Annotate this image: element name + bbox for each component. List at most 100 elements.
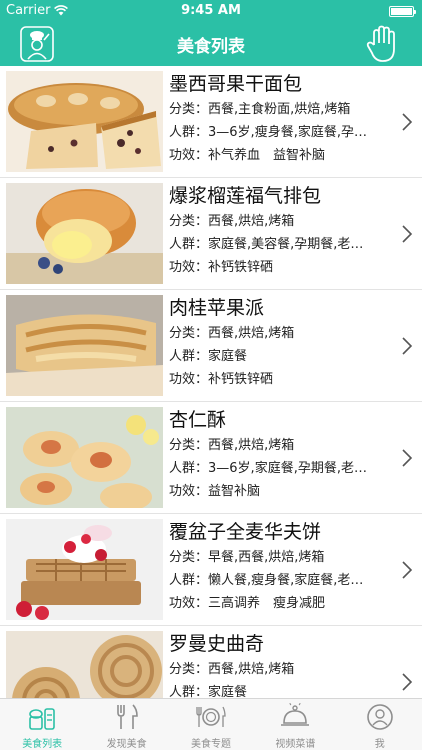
recipe-effect: 功效：三高调养 瘦身减肥 xyxy=(169,592,369,611)
category-value: 早餐,西餐,烘焙,烤箱 xyxy=(208,550,325,565)
recipe-list[interactable]: 墨西哥果干面包 分类：西餐,主食粉面,烘焙,烤箱 人群：3—6岁,瘦身餐,家庭餐… xyxy=(0,66,422,698)
recipe-people: 人群：家庭餐 xyxy=(169,681,369,698)
people-label: 人群： xyxy=(169,125,209,140)
category-label: 分类： xyxy=(169,550,209,565)
people-label: 人群： xyxy=(169,461,209,476)
plate-icon xyxy=(196,706,226,727)
people-value: 3—6岁,瘦身餐,家庭餐,孕期餐 xyxy=(208,125,369,140)
recipe-thumbnail xyxy=(6,71,163,172)
recipe-title: 墨西哥果干面包 xyxy=(169,73,303,95)
effect-value: 补钙铁锌硒 xyxy=(208,260,274,275)
nav-bar: 美食列表 xyxy=(0,22,422,66)
recipe-row[interactable]: 肉桂苹果派 分类：西餐,烘焙,烤箱 人群：家庭餐 功效：补钙铁锌硒 xyxy=(0,290,422,402)
recipe-people: 人群：懒人餐,瘦身餐,家庭餐,老人餐 xyxy=(169,569,369,588)
category-value: 西餐,烘焙,烤箱 xyxy=(208,662,295,677)
category-label: 分类： xyxy=(169,662,209,677)
recipe-title: 覆盆子全麦华夫饼 xyxy=(169,521,322,543)
chevron-right-icon xyxy=(402,561,413,579)
cloche-icon xyxy=(281,703,310,726)
tab-label: 发现美食 xyxy=(106,739,147,750)
tab-label: 我 xyxy=(374,739,385,750)
chevron-right-icon xyxy=(402,113,413,131)
category-value: 西餐,烘焙,烤箱 xyxy=(208,438,295,453)
people-value: 家庭餐,美容餐,孕期餐,老人餐 xyxy=(208,237,369,252)
category-label: 分类： xyxy=(169,438,209,453)
people-label: 人群： xyxy=(169,685,209,698)
recipe-title: 爆浆榴莲福气排包 xyxy=(169,185,322,207)
recipe-thumbnail xyxy=(6,407,163,508)
recipe-people: 人群：家庭餐,美容餐,孕期餐,老人餐 xyxy=(169,233,369,252)
recipe-people: 人群：家庭餐 xyxy=(169,345,369,364)
tab-food-list[interactable]: 美食列表 xyxy=(0,699,84,750)
effect-value: 益智补脑 xyxy=(208,484,261,499)
effect-value: 补钙铁锌硒 xyxy=(208,372,274,387)
recipe-category: 分类：西餐,烘焙,烤箱 xyxy=(169,210,369,229)
recipe-effect: 功效：补钙铁锌硒 xyxy=(169,368,369,387)
food-list-icon xyxy=(29,708,55,730)
recipe-thumbnail xyxy=(6,183,163,284)
recipe-thumbnail xyxy=(6,519,163,620)
page-title: 美食列表 xyxy=(177,37,245,57)
category-label: 分类： xyxy=(169,214,209,229)
people-value: 家庭餐 xyxy=(208,349,248,364)
category-value: 西餐,烘焙,烤箱 xyxy=(208,326,295,341)
recipe-category: 分类：西餐,烘焙,烤箱 xyxy=(169,434,369,453)
people-label: 人群： xyxy=(169,237,209,252)
fork-knife-icon xyxy=(116,704,138,729)
recipe-effect: 功效：补气养血 益智补脑 xyxy=(169,144,369,163)
recipe-row[interactable]: 爆浆榴莲福气排包 分类：西餐,烘焙,烤箱 人群：家庭餐,美容餐,孕期餐,老人餐 … xyxy=(0,178,422,290)
recipe-category: 分类：西餐,主食粉面,烘焙,烤箱 xyxy=(169,98,369,117)
recipe-category: 分类：西餐,烘焙,烤箱 xyxy=(169,322,369,341)
recipe-effect: 功效：补钙铁锌硒 xyxy=(169,256,369,275)
tab-topics[interactable]: 美食专题 xyxy=(169,699,253,750)
recipe-category: 分类：早餐,西餐,烘焙,烤箱 xyxy=(169,546,369,565)
effect-label: 功效： xyxy=(169,260,209,275)
category-value: 西餐,烘焙,烤箱 xyxy=(208,214,295,229)
chevron-right-icon xyxy=(402,449,413,467)
user-icon xyxy=(366,704,393,730)
clock: 9:45 AM xyxy=(181,3,241,18)
people-label: 人群： xyxy=(169,573,209,588)
effect-label: 功效： xyxy=(169,484,209,499)
recipe-title: 肉桂苹果派 xyxy=(169,297,265,319)
battery-icon xyxy=(389,6,416,17)
chevron-right-icon xyxy=(402,673,413,691)
people-value: 3—6岁,家庭餐,孕期餐,老人餐 xyxy=(208,461,369,476)
tab-video-recipes[interactable]: 视频菜谱 xyxy=(253,699,337,750)
effect-value: 补气养血 益智补脑 xyxy=(208,148,326,163)
status-bar: Carrier 9:45 AM xyxy=(0,0,422,22)
tab-discover[interactable]: 发现美食 xyxy=(84,699,168,750)
tab-label: 美食专题 xyxy=(190,739,231,750)
recipe-row[interactable]: 杏仁酥 分类：西餐,烘焙,烤箱 人群：3—6岁,家庭餐,孕期餐,老人餐 功效：益… xyxy=(0,402,422,514)
tab-label: 美食列表 xyxy=(22,739,63,750)
hand-icon[interactable] xyxy=(366,25,402,63)
chevron-right-icon xyxy=(402,225,413,243)
tab-me[interactable]: 我 xyxy=(338,699,422,750)
top-bar: Carrier 9:45 AM 美食列表 xyxy=(0,0,422,66)
people-value: 懒人餐,瘦身餐,家庭餐,老人餐 xyxy=(208,573,369,588)
recipe-thumbnail xyxy=(6,295,163,396)
recipe-row[interactable]: 覆盆子全麦华夫饼 分类：早餐,西餐,烘焙,烤箱 人群：懒人餐,瘦身餐,家庭餐,老… xyxy=(0,514,422,626)
recipe-row[interactable]: 罗曼史曲奇 分类：西餐,烘焙,烤箱 人群：家庭餐 xyxy=(0,626,422,698)
category-value: 西餐,主食粉面,烘焙,烤箱 xyxy=(208,102,351,117)
recipe-category: 分类：西餐,烘焙,烤箱 xyxy=(169,658,369,677)
battery-fill xyxy=(391,8,412,15)
recipe-effect: 功效：益智补脑 xyxy=(169,480,369,499)
people-label: 人群： xyxy=(169,349,209,364)
chevron-right-icon xyxy=(402,337,413,355)
effect-value: 三高调养 瘦身减肥 xyxy=(208,596,326,611)
effect-label: 功效： xyxy=(169,148,209,163)
recipe-people: 人群：3—6岁,瘦身餐,家庭餐,孕期餐 xyxy=(169,121,369,140)
tab-bar: 美食列表 发现美食 美食专题 视频菜谱 我 xyxy=(0,698,422,750)
recipe-title: 杏仁酥 xyxy=(169,409,227,431)
category-label: 分类： xyxy=(169,102,209,117)
effect-label: 功效： xyxy=(169,372,209,387)
effect-label: 功效： xyxy=(169,596,209,611)
tab-label: 视频菜谱 xyxy=(275,739,316,750)
recipe-row[interactable]: 墨西哥果干面包 分类：西餐,主食粉面,烘焙,烤箱 人群：3—6岁,瘦身餐,家庭餐… xyxy=(0,66,422,178)
recipe-thumbnail xyxy=(6,631,163,698)
recipe-people: 人群：3—6岁,家庭餐,孕期餐,老人餐 xyxy=(169,457,369,476)
recipe-title: 罗曼史曲奇 xyxy=(169,633,265,655)
people-value: 家庭餐 xyxy=(208,685,248,698)
category-label: 分类： xyxy=(169,326,209,341)
